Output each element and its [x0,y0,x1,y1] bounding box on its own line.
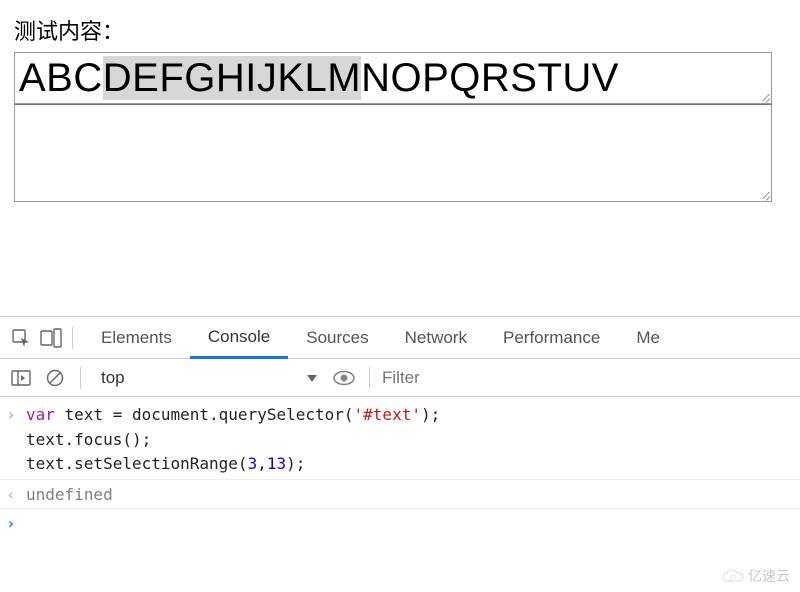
console-code-line: var text = document.querySelector('#text… [26,404,440,427]
form-label: 测试内容： [14,14,786,46]
context-selector[interactable]: top [93,365,323,391]
console-result: undefined [26,484,113,507]
tab-elements[interactable]: Elements [83,317,190,359]
cloud-icon: ys [722,569,744,583]
watermark-text: 亿速云 [748,566,790,586]
tab-console[interactable]: Console [190,317,288,359]
context-value: top [101,368,125,388]
console-toolbar: top [0,359,800,397]
inspect-element-icon[interactable] [6,317,36,359]
text-after-selection: NOPQRSTUV [361,56,619,100]
input-chevron-icon [6,404,26,427]
text-before-selection: ABC [19,56,103,100]
resize-handle-icon[interactable] [758,188,770,200]
divider [72,327,73,349]
tab-performance[interactable]: Performance [485,317,618,359]
filter-input[interactable] [382,366,582,390]
tab-sources[interactable]: Sources [288,317,386,359]
device-toolbar-icon[interactable] [36,317,66,359]
textarea-1[interactable]: ABCDEFGHIJKLMNOPQRSTUV [14,52,772,104]
divider [80,367,81,389]
console-output[interactable]: var text = document.querySelector('#text… [0,397,800,543]
output-chevron-icon [6,484,26,507]
divider [369,367,370,389]
watermark: ys 亿速云 [722,566,790,586]
dropdown-triangle-icon [307,375,317,382]
selected-text: DEFGHIJKLM [103,56,361,100]
toggle-sidebar-icon[interactable] [8,365,34,391]
console-code-line: text.focus(); [26,429,151,451]
console-code-line: text.setSelectionRange(3,13); [26,453,305,475]
textarea-2[interactable] [14,104,772,202]
devtools-panel: Elements Console Sources Network Perform… [0,316,800,592]
gutter-spacer [6,429,26,451]
live-expression-icon[interactable] [331,365,357,391]
tab-network[interactable]: Network [387,317,485,359]
prompt-chevron-icon [6,513,26,536]
tab-memory[interactable]: Me [618,317,660,359]
svg-text:ys: ys [730,574,738,581]
clear-console-icon[interactable] [42,365,68,391]
gutter-spacer [6,453,26,475]
resize-handle-icon[interactable] [758,90,770,102]
devtools-tabbar: Elements Console Sources Network Perform… [0,317,800,359]
